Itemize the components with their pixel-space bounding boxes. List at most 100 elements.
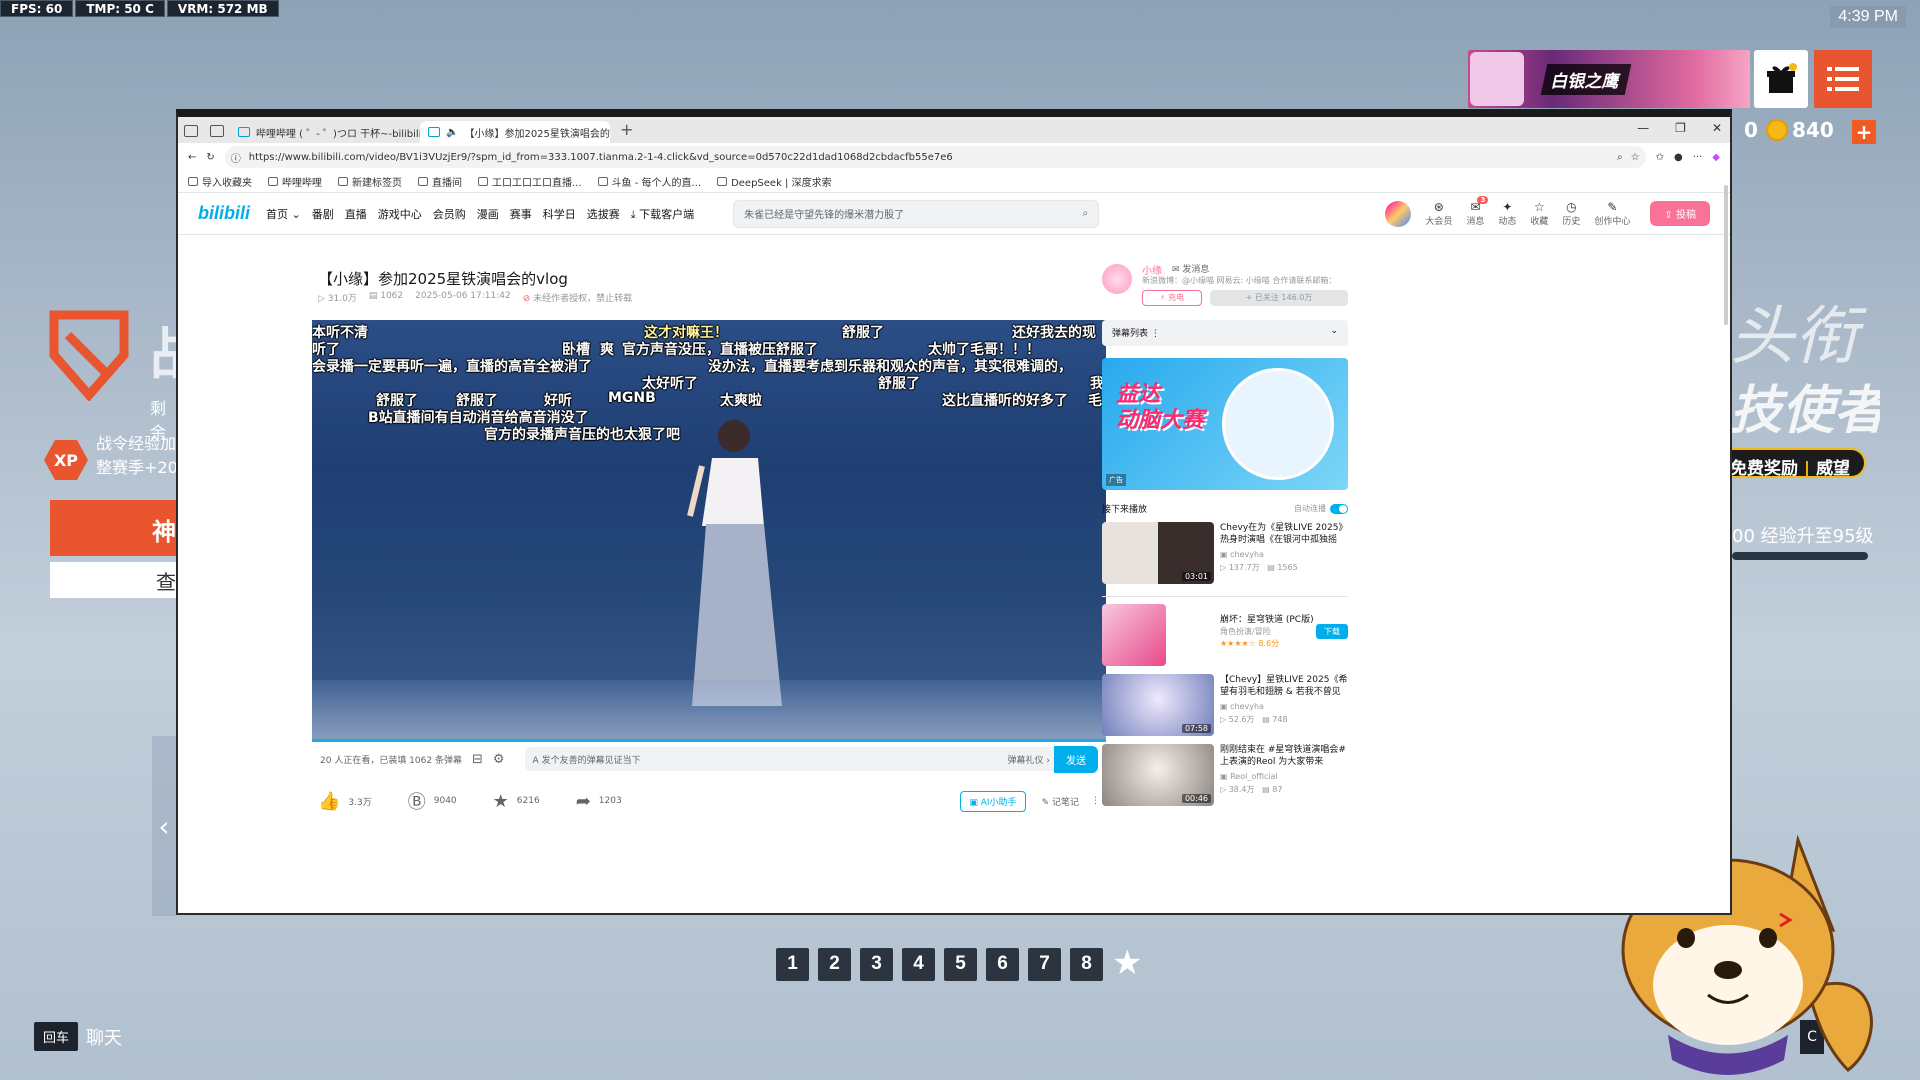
close-window-icon[interactable]: ✕ bbox=[1712, 121, 1722, 135]
tab-actions-icon[interactable] bbox=[210, 125, 224, 137]
toggle-switch[interactable] bbox=[1330, 503, 1348, 514]
recommended-video[interactable]: 03:01 Chevy在为《星铁LIVE 2025》热身时演唱《在银河中孤独摇摆… bbox=[1102, 522, 1348, 586]
rec-title[interactable]: 【Chevy】星铁LIVE 2025《希望有羽毛和翅膀 & 若我不曾见过太阳》 bbox=[1220, 674, 1348, 698]
nav-home[interactable]: 首页 ⌄ bbox=[266, 206, 301, 222]
page-1[interactable]: 1 bbox=[776, 947, 809, 981]
reward-badge[interactable]: 免费奖励 | 威望 bbox=[1730, 448, 1867, 479]
left-orange-button[interactable]: 神 bbox=[50, 500, 176, 556]
video-thumbnail[interactable]: 07:58 bbox=[1102, 674, 1214, 736]
rec-title[interactable]: Chevy在为《星铁LIVE 2025》热身时演唱《在银河中孤独摇摆》 bbox=[1220, 522, 1348, 546]
danmaku-settings-icon[interactable]: ⚙ bbox=[493, 752, 505, 767]
bookmark-bilibili[interactable]: 哔哩哔哩 bbox=[268, 174, 322, 189]
left-white-button[interactable]: 查 bbox=[50, 562, 176, 598]
autoplay-toggle[interactable]: 自动连播 bbox=[1294, 503, 1348, 514]
nav-shop[interactable]: 会员购 bbox=[433, 206, 466, 222]
nav-download[interactable]: ⤓ 下载客户端 bbox=[631, 206, 694, 222]
rec-author[interactable]: ▣ chevyha bbox=[1220, 702, 1264, 711]
zoom-icon[interactable]: ⌕ bbox=[1617, 152, 1623, 163]
profile-icon[interactable]: ● bbox=[1674, 152, 1683, 163]
reload-icon[interactable]: ↻ bbox=[206, 152, 214, 163]
danmaku-list-panel[interactable]: 弹幕列表 ⋮ ⌄ bbox=[1102, 320, 1348, 346]
page-6[interactable]: 6 bbox=[986, 947, 1019, 981]
header-history[interactable]: ◷ 历史 bbox=[1562, 200, 1580, 227]
ad-banner[interactable]: 益达 动脑大赛 广告 bbox=[1102, 358, 1348, 490]
recommended-video[interactable]: 07:58 【Chevy】星铁LIVE 2025《希望有羽毛和翅膀 & 若我不曾… bbox=[1102, 674, 1348, 738]
video-thumbnail[interactable]: 00:46 bbox=[1102, 744, 1214, 806]
recommended-game[interactable]: 崩坏：星穹铁道 (PC版) 角色扮演/冒险 ★★★★☆ 8.6分 下载 bbox=[1102, 604, 1348, 668]
recommended-video[interactable]: 00:46 刚刚结束在 #星穹铁道演唱会# 上表演的Reol 为大家带来 ▣ R… bbox=[1102, 744, 1348, 808]
danmaku-toggle-icon[interactable]: ⊟ bbox=[472, 752, 483, 767]
nav-live[interactable]: 直播 bbox=[345, 206, 367, 222]
site-info-icon[interactable]: ⓘ bbox=[231, 150, 241, 165]
workspaces-icon[interactable] bbox=[184, 125, 198, 137]
video-thumbnail[interactable]: 03:01 bbox=[1102, 522, 1214, 584]
chat-hint[interactable]: 回车 聊天 bbox=[34, 1022, 122, 1051]
rec-author[interactable]: ▣ Reol_official bbox=[1220, 772, 1278, 781]
favorite-star-icon[interactable]: ☆ bbox=[1631, 152, 1640, 163]
maximize-icon[interactable]: ❐ bbox=[1675, 121, 1686, 135]
search-input[interactable]: 朱雀已经是守望先锋的爆米潜力股了 ⌕ bbox=[733, 199, 1100, 228]
bookmark-deepseek[interactable]: DeepSeek | 深度求索 bbox=[717, 174, 832, 189]
share-button[interactable]: ➦ 1203 bbox=[576, 791, 622, 812]
url-field[interactable]: ⓘ https://www.bilibili.com/video/BV1i3VU… bbox=[224, 146, 1646, 168]
page-5[interactable]: 5 bbox=[944, 947, 977, 981]
page-scrollbar[interactable] bbox=[1724, 185, 1728, 325]
notes-button[interactable]: ✎ 记笔记 bbox=[1042, 795, 1079, 808]
danmaku-etiquette-link[interactable]: 弹幕礼仪 › bbox=[1008, 753, 1050, 766]
gift-button[interactable] bbox=[1754, 50, 1808, 108]
more-options-icon[interactable]: ⋮ bbox=[1091, 796, 1100, 806]
bookmark-newtab[interactable]: 新建标签页 bbox=[338, 174, 402, 189]
menu-button[interactable] bbox=[1814, 50, 1872, 108]
nav-game-center[interactable]: 游戏中心 bbox=[378, 206, 422, 222]
more-icon[interactable]: ··· bbox=[1693, 152, 1703, 163]
page-2[interactable]: 2 bbox=[818, 947, 851, 981]
bilibili-logo[interactable]: bilibili bbox=[198, 203, 250, 224]
game-thumbnail[interactable] bbox=[1102, 604, 1166, 666]
nav-manga[interactable]: 漫画 bbox=[477, 206, 499, 222]
send-message-link[interactable]: ✉ 发消息 bbox=[1172, 262, 1209, 275]
page-3[interactable]: 3 bbox=[860, 947, 893, 981]
nav-contest[interactable]: 选拔赛 bbox=[587, 206, 620, 222]
header-creator[interactable]: ✎ 创作中心 bbox=[1594, 200, 1630, 227]
bookmark-live[interactable]: 直播间 bbox=[418, 174, 462, 189]
header-favorite[interactable]: ☆ 收藏 bbox=[1530, 200, 1548, 227]
bookmark-stream[interactable]: 工口工口工口直播... bbox=[478, 174, 582, 189]
copilot-icon[interactable]: ◆ bbox=[1712, 152, 1720, 163]
download-game-button[interactable]: 下载 bbox=[1316, 624, 1348, 639]
prev-arrow-button[interactable]: ‹ bbox=[152, 736, 176, 916]
search-icon[interactable]: ⌕ bbox=[1082, 208, 1088, 219]
header-message[interactable]: ✉ 消息 3 bbox=[1466, 196, 1489, 227]
favorites-icon[interactable]: ✩ bbox=[1656, 152, 1664, 163]
uploader-avatar[interactable] bbox=[1102, 264, 1132, 294]
follow-button[interactable]: + 已关注 146.0万 bbox=[1210, 290, 1348, 306]
danmaku-input[interactable]: A 发个友善的弹幕见证当下 弹幕礼仪 › bbox=[524, 747, 1058, 771]
header-dynamic[interactable]: ✦ 动态 bbox=[1498, 200, 1516, 227]
minimize-icon[interactable]: — bbox=[1637, 121, 1649, 135]
rec-title[interactable]: 刚刚结束在 #星穹铁道演唱会# 上表演的Reol 为大家带来 bbox=[1220, 744, 1348, 768]
text-style-icon[interactable]: A bbox=[533, 756, 539, 766]
page-8[interactable]: 8 bbox=[1070, 947, 1103, 981]
bookmark-douyu[interactable]: 斗鱼 - 每个人的直... bbox=[597, 174, 701, 189]
bookmark-import[interactable]: 导入收藏夹 bbox=[188, 174, 252, 189]
speaker-icon[interactable]: 🔈 bbox=[446, 127, 458, 138]
page-4[interactable]: 4 bbox=[902, 947, 935, 981]
nav-anime[interactable]: 番剧 bbox=[312, 206, 334, 222]
tab-bilibili-home[interactable]: 哔哩哔哩 ( ゜- ゜)つロ 干杯~-bilibili × bbox=[230, 121, 420, 143]
nav-esports[interactable]: 赛事 bbox=[510, 206, 532, 222]
player-banner[interactable]: 白银之鹰 bbox=[1468, 50, 1750, 108]
back-icon[interactable]: ← bbox=[188, 152, 196, 163]
tab-video[interactable]: 🔈 【小缘】参加2025星铁演唱会的vlog × bbox=[420, 121, 610, 143]
star-icon[interactable]: ★ bbox=[1112, 946, 1148, 982]
favorite-button[interactable]: ★ 6216 bbox=[493, 791, 540, 812]
nav-science[interactable]: 科学日 bbox=[543, 206, 576, 222]
ai-helper-button[interactable]: ▣ AI小助手 bbox=[960, 790, 1026, 812]
header-vip[interactable]: ⊛ 大会员 bbox=[1425, 200, 1452, 227]
coin-button[interactable]: Ⓑ 9040 bbox=[408, 788, 457, 814]
video-player[interactable]: 本听不清 这才对嘛王！ 舒服了 还好我去的现 听了 卧槽 爽 官方声音没压，直播… bbox=[312, 320, 1106, 742]
page-7[interactable]: 7 bbox=[1028, 947, 1061, 981]
new-tab-button[interactable]: + bbox=[620, 120, 633, 139]
charge-button[interactable]: ⚡ 充电 bbox=[1142, 290, 1202, 306]
send-button[interactable]: 发送 bbox=[1054, 745, 1098, 773]
add-coins-button[interactable]: + bbox=[1852, 120, 1876, 144]
user-avatar[interactable] bbox=[1385, 200, 1412, 227]
